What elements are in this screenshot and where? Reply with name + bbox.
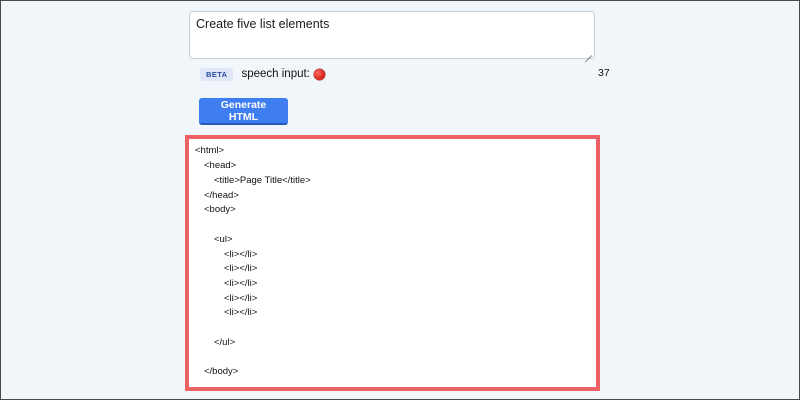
speech-input-label: speech input:: [241, 68, 310, 80]
resize-handle-icon[interactable]: [584, 48, 592, 56]
character-count: 37: [598, 67, 610, 79]
record-icon[interactable]: [313, 68, 325, 80]
code-line: </body>: [204, 366, 239, 377]
code-line: <li></li>: [224, 249, 258, 260]
beta-badge: BETA: [200, 67, 234, 81]
code-line: <li></li>: [224, 293, 258, 304]
code-line: <head>: [204, 160, 237, 171]
code-line: <ul>: [214, 234, 233, 245]
speech-input-row: BETA speech input:: [200, 67, 325, 81]
prompt-textarea[interactable]: Create five list elements: [189, 11, 595, 59]
code-line: <title>Page Title</title>: [214, 175, 311, 186]
code-line: <html>: [195, 145, 225, 156]
code-line: </ul>: [214, 337, 236, 348]
code-line: </head>: [204, 190, 239, 201]
code-line: <li></li>: [224, 307, 258, 318]
app-frame: Create five list elements BETA speech in…: [1, 1, 799, 399]
code-line: <li></li>: [224, 278, 258, 289]
generated-html-output[interactable]: <html> <head> <title>Page Title</title> …: [185, 135, 600, 391]
generate-html-button[interactable]: Generate HTML: [199, 98, 288, 125]
code-line: <body>: [204, 204, 236, 215]
prompt-text: Create five list elements: [196, 17, 330, 31]
code-line: <li></li>: [224, 263, 258, 274]
